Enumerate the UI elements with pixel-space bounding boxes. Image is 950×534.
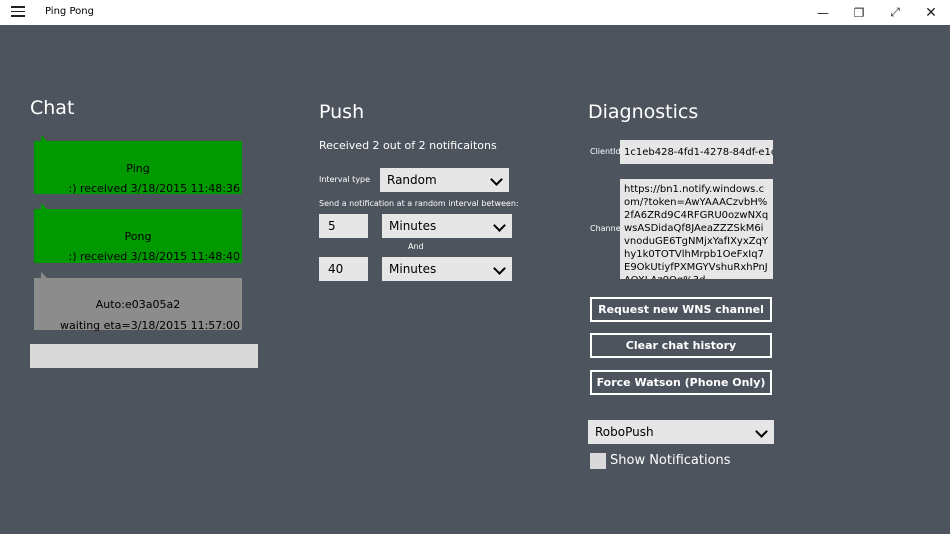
min-interval-input[interactable]: 5 — [319, 214, 368, 238]
chat-message: Auto:e03a05a2 waiting eta=3/18/2015 11:5… — [34, 272, 242, 332]
push-mode-value: RoboPush — [595, 425, 654, 439]
chat-input[interactable] — [30, 344, 258, 368]
minimize-button[interactable]: — — [805, 0, 841, 25]
message-text: Ping — [126, 162, 150, 175]
range-label: Send a notification at a random interval… — [319, 199, 519, 208]
interval-type-select[interactable]: Random — [380, 168, 509, 192]
hamburger-menu-icon[interactable] — [11, 6, 25, 18]
fullscreen-button[interactable]: ⤢ — [877, 0, 913, 25]
chevron-down-icon — [493, 219, 506, 232]
close-icon: ✕ — [925, 4, 937, 21]
close-button[interactable]: ✕ — [913, 0, 949, 25]
app-title: Ping Pong — [45, 6, 94, 17]
fullscreen-icon: ⤢ — [890, 5, 900, 19]
title-bar: Ping Pong — ❐ ⤢ ✕ — [0, 0, 950, 25]
bubble-tail — [41, 272, 47, 278]
chevron-down-icon — [490, 173, 503, 186]
force-watson-button[interactable]: Force Watson (Phone Only) — [590, 370, 772, 395]
and-label: And — [408, 242, 424, 251]
chevron-down-icon — [755, 425, 768, 438]
chat-message: Ping :) received 3/18/2015 11:48:36 — [34, 135, 242, 195]
message-meta: waiting eta=3/18/2015 11:57:00 — [60, 319, 240, 332]
clientid-field[interactable]: 1c1eb428-4fd1-4278-84df-e1cc79 — [620, 140, 773, 164]
show-notifications-label: Show Notifications — [610, 453, 731, 468]
request-wns-channel-button[interactable]: Request new WNS channel — [590, 297, 772, 322]
max-interval-input[interactable]: 40 — [319, 257, 368, 281]
min-unit-value: Minutes — [389, 219, 437, 233]
chevron-down-icon — [493, 262, 506, 275]
message-meta: :) received 3/18/2015 11:48:40 — [68, 250, 240, 263]
channel-label: Channel — [590, 224, 623, 233]
bubble-tail — [41, 135, 47, 141]
restore-button[interactable]: ❐ — [841, 0, 877, 25]
clear-chat-history-button[interactable]: Clear chat history — [590, 333, 772, 358]
push-mode-select[interactable]: RoboPush — [588, 420, 774, 444]
chat-heading: Chat — [30, 97, 75, 119]
channel-field[interactable]: https://bn1.notify.windows.com/?token=Aw… — [620, 179, 773, 279]
diagnostics-heading: Diagnostics — [588, 101, 699, 123]
restore-icon: ❐ — [853, 5, 865, 20]
minimize-icon: — — [817, 5, 829, 20]
chat-message: Pong :) received 3/18/2015 11:48:40 — [34, 203, 242, 263]
push-status: Received 2 out of 2 notificaitons — [319, 139, 497, 152]
min-unit-select[interactable]: Minutes — [382, 214, 512, 238]
interval-type-value: Random — [387, 173, 437, 187]
message-meta: :) received 3/18/2015 11:48:36 — [68, 182, 240, 195]
interval-type-label: Interval type — [319, 175, 371, 184]
show-notifications-checkbox[interactable] — [590, 453, 606, 469]
bubble-tail — [41, 203, 47, 209]
max-unit-select[interactable]: Minutes — [382, 257, 512, 281]
message-text: Auto:e03a05a2 — [95, 298, 181, 311]
clientid-label: ClientId — [590, 147, 621, 156]
max-interval-value: 40 — [328, 262, 344, 276]
message-text: Pong — [124, 230, 152, 243]
min-interval-value: 5 — [328, 219, 336, 233]
push-heading: Push — [319, 101, 365, 123]
max-unit-value: Minutes — [389, 262, 437, 276]
